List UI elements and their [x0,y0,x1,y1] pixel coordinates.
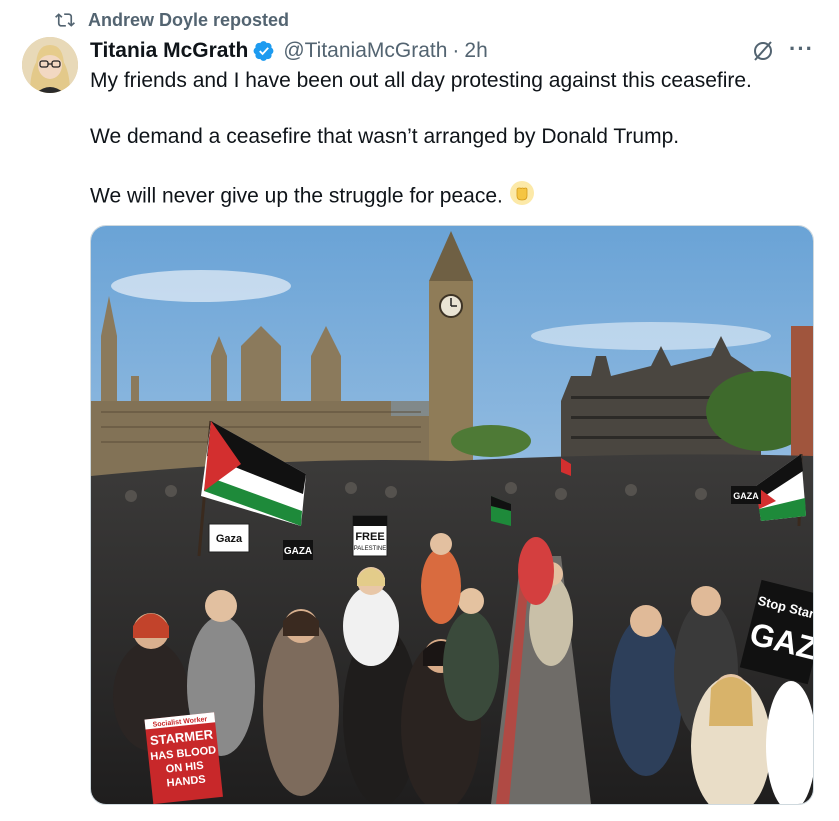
repost-icon [54,10,76,30]
display-name[interactable]: Titania McGrath [90,39,248,63]
svg-text:GAZA: GAZA [733,491,759,501]
avatar[interactable] [22,37,78,93]
grok-icon[interactable] [751,39,775,68]
sign-gaza-mid: GAZA [283,540,313,560]
sign-gaza-far: GAZA [731,486,761,504]
protest-photo: Gaza GAZA FREE PALESTINE GAZA Stop Starv… [91,226,813,804]
svg-text:GAZA: GAZA [284,546,312,557]
sign-starmer: Socialist Worker STARMER HAS BLOOD ON HI… [144,712,223,804]
sign-gaza-left: Gaza [208,523,250,553]
post-time[interactable]: 2h [464,39,487,63]
repost-label: Andrew Doyle reposted [88,9,290,30]
tweet-text-line-2: We demand a ceasefire that wasn’t arrang… [90,125,680,148]
author-header: Titania McGrath @TitaniaMcGrath · 2h [90,36,488,66]
post-image[interactable]: Gaza GAZA FREE PALESTINE GAZA Stop Starv… [90,225,814,805]
svg-text:PALESTINE: PALESTINE [354,546,387,552]
tweet-text-line-1: My friends and I have been out all day p… [90,69,752,92]
raised-fist-icon [509,180,535,214]
repost-header[interactable]: Andrew Doyle reposted [54,8,289,32]
separator-dot: · [452,39,460,62]
tweet-text-line-3-text: We will never give up the struggle for p… [90,184,503,208]
author-handle[interactable]: @TitaniaMcGrath [283,39,447,63]
svg-text:FREE: FREE [355,531,384,543]
verified-badge-icon[interactable] [253,40,275,62]
tweet-text-line-3: We will never give up the struggle for p… [90,180,535,214]
svg-text:Gaza: Gaza [216,533,243,545]
sign-free-palestine: FREE PALESTINE [352,515,388,557]
more-options-icon[interactable]: ··· [789,36,814,62]
